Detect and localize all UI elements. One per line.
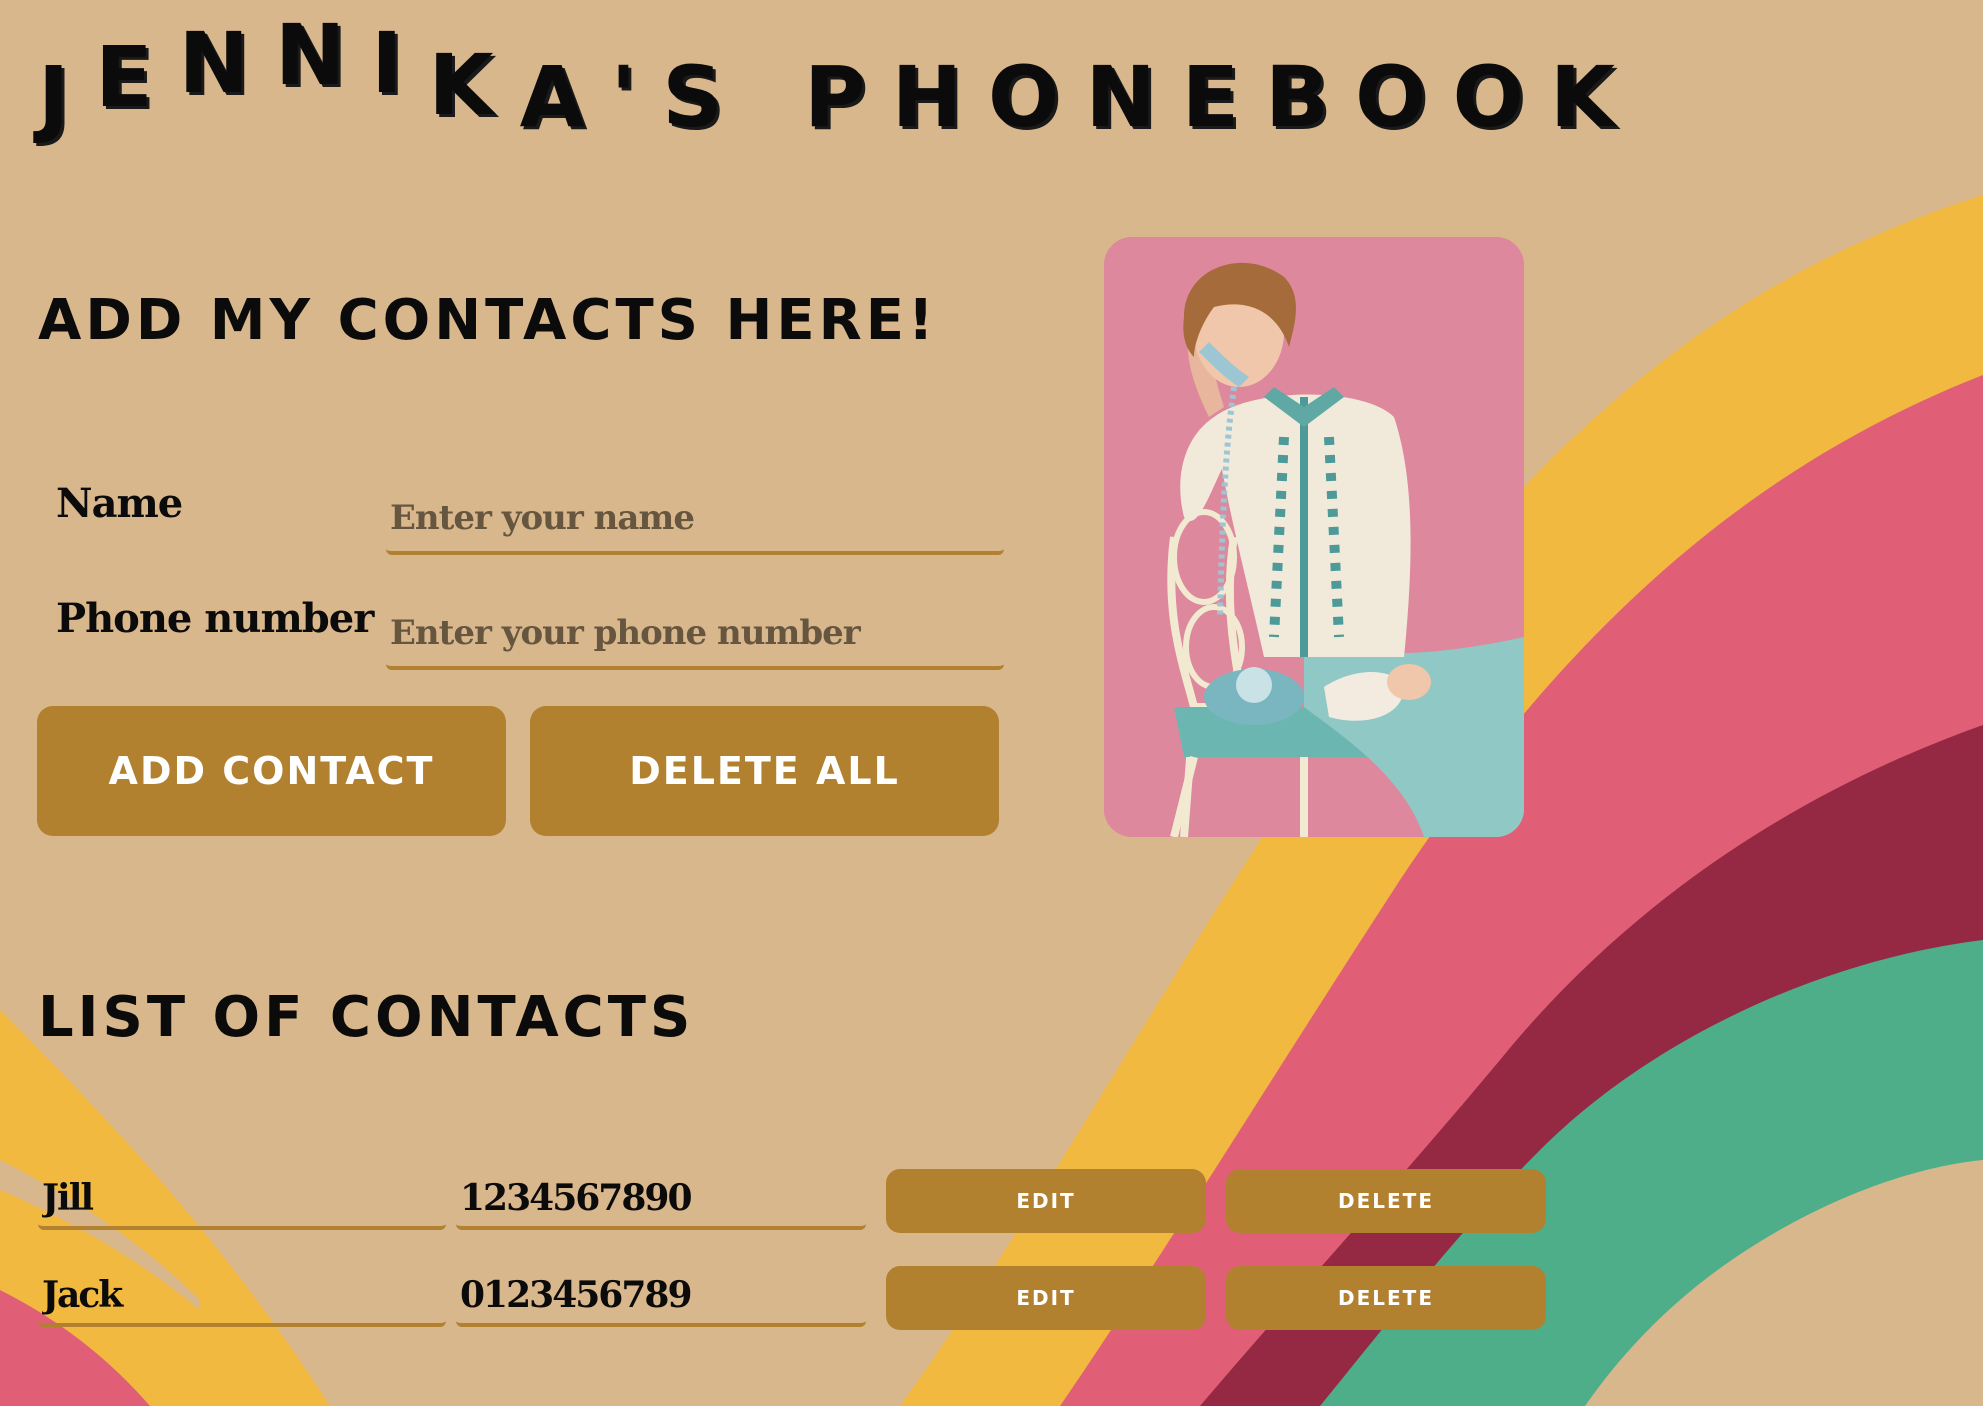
title-letter: E (1181, 48, 1266, 146)
vintage-woman-on-phone-photo (1104, 237, 1524, 837)
phone-input[interactable] (386, 600, 1004, 670)
title-letter: A (519, 48, 611, 146)
title-letter: B (1265, 48, 1356, 146)
title-letter: I (371, 14, 429, 112)
contact-name-field[interactable] (38, 1267, 446, 1327)
page-content: JENNIKA'S PHONEBOOK ADD MY CONTACTS HERE… (0, 0, 1983, 1406)
title-letter: E (95, 28, 179, 126)
contact-phone-field[interactable] (456, 1267, 866, 1327)
delete-contact-button[interactable]: DELETE (1226, 1266, 1546, 1330)
title-letter: O (1452, 48, 1551, 146)
delete-contact-button[interactable]: DELETE (1226, 1169, 1546, 1233)
edit-contact-button[interactable]: EDIT (886, 1169, 1206, 1233)
contact-name-field[interactable] (38, 1170, 446, 1230)
title-letter: J (38, 48, 96, 146)
list-of-contacts-heading: LIST OF CONTACTS (38, 985, 695, 1050)
title-letter: N (274, 6, 372, 104)
title-letter: K (1550, 48, 1642, 146)
delete-all-button[interactable]: DELETE ALL (530, 706, 999, 836)
page-title: JENNIKA'S PHONEBOOK (38, 6, 1641, 146)
title-letter: P (804, 48, 892, 146)
title-letter: ' (610, 48, 663, 146)
title-letter: H (891, 48, 989, 146)
edit-contact-button[interactable]: EDIT (886, 1266, 1206, 1330)
title-letter: S (662, 48, 749, 146)
name-input[interactable] (386, 485, 1004, 555)
title-letters: JENNIKA'S PHONEBOOK (38, 6, 1641, 146)
contact-phone-field[interactable] (456, 1170, 866, 1230)
title-letter (749, 48, 804, 146)
title-letter: N (1085, 48, 1182, 146)
title-letter: K (428, 36, 520, 134)
phone-label: Phone number (56, 595, 374, 642)
title-letter: O (988, 48, 1086, 146)
add-contact-button[interactable]: ADD CONTACT (37, 706, 506, 836)
title-letter: O (1355, 48, 1453, 146)
add-contacts-heading: ADD MY CONTACTS HERE! (38, 288, 938, 353)
name-label: Name (56, 480, 183, 527)
title-letter: N (178, 14, 275, 112)
